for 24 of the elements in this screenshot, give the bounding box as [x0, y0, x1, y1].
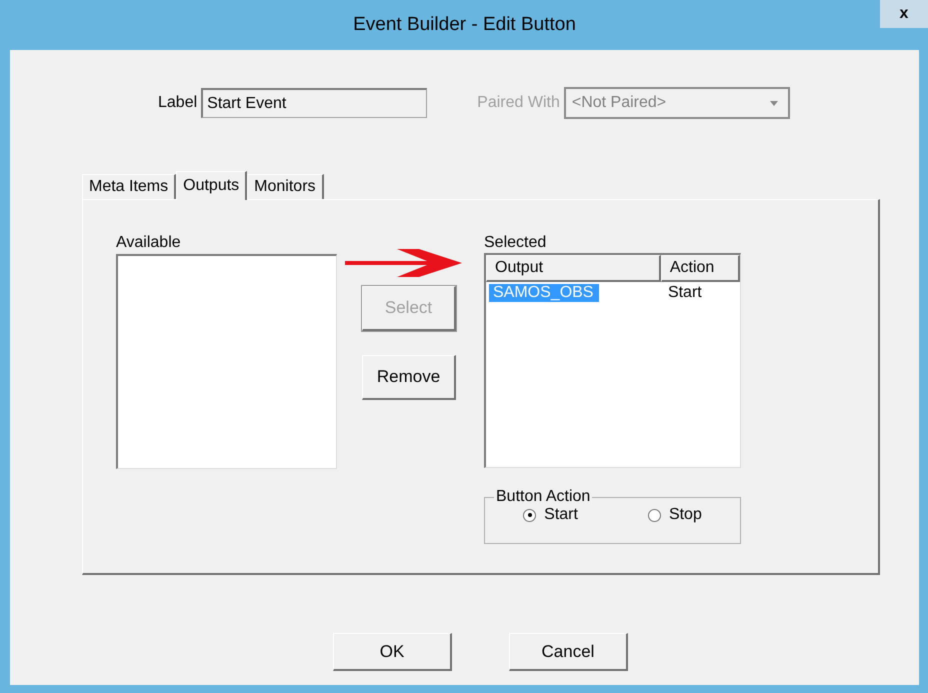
table-cell[interactable]: Start	[664, 284, 708, 302]
radio-icon[interactable]	[648, 508, 661, 522]
tab[interactable]: Meta Items	[82, 174, 176, 199]
selected-list[interactable]: Output Action SAMOS_OBS Start	[484, 253, 741, 468]
list-button[interactable]: Remove	[362, 355, 456, 400]
label-field[interactable]: Start Event	[201, 88, 428, 118]
field-label: Label	[158, 94, 198, 112]
window-title: Event Builder - Edit Button	[353, 14, 576, 36]
caret-icon	[770, 100, 778, 106]
arrow-icon	[343, 248, 462, 278]
radio-option[interactable]: Start	[523, 506, 578, 524]
group-title: Button Action	[495, 488, 592, 506]
tab[interactable]: Monitors	[247, 174, 324, 199]
column-header[interactable]: Output	[486, 255, 661, 282]
tab[interactable]: Outputs	[176, 171, 248, 200]
paired-with-label: Paired With	[477, 94, 560, 112]
close-button[interactable]: x	[880, 0, 928, 28]
dialog-button[interactable]: Cancel	[509, 633, 628, 671]
selected-label: Selected	[484, 234, 548, 252]
radio-icon[interactable]	[523, 508, 536, 522]
available-label: Available	[116, 234, 182, 252]
column-header[interactable]: Action	[660, 255, 740, 282]
radio-option[interactable]: Stop	[648, 506, 702, 524]
dialog-button[interactable]: OK	[333, 633, 452, 671]
